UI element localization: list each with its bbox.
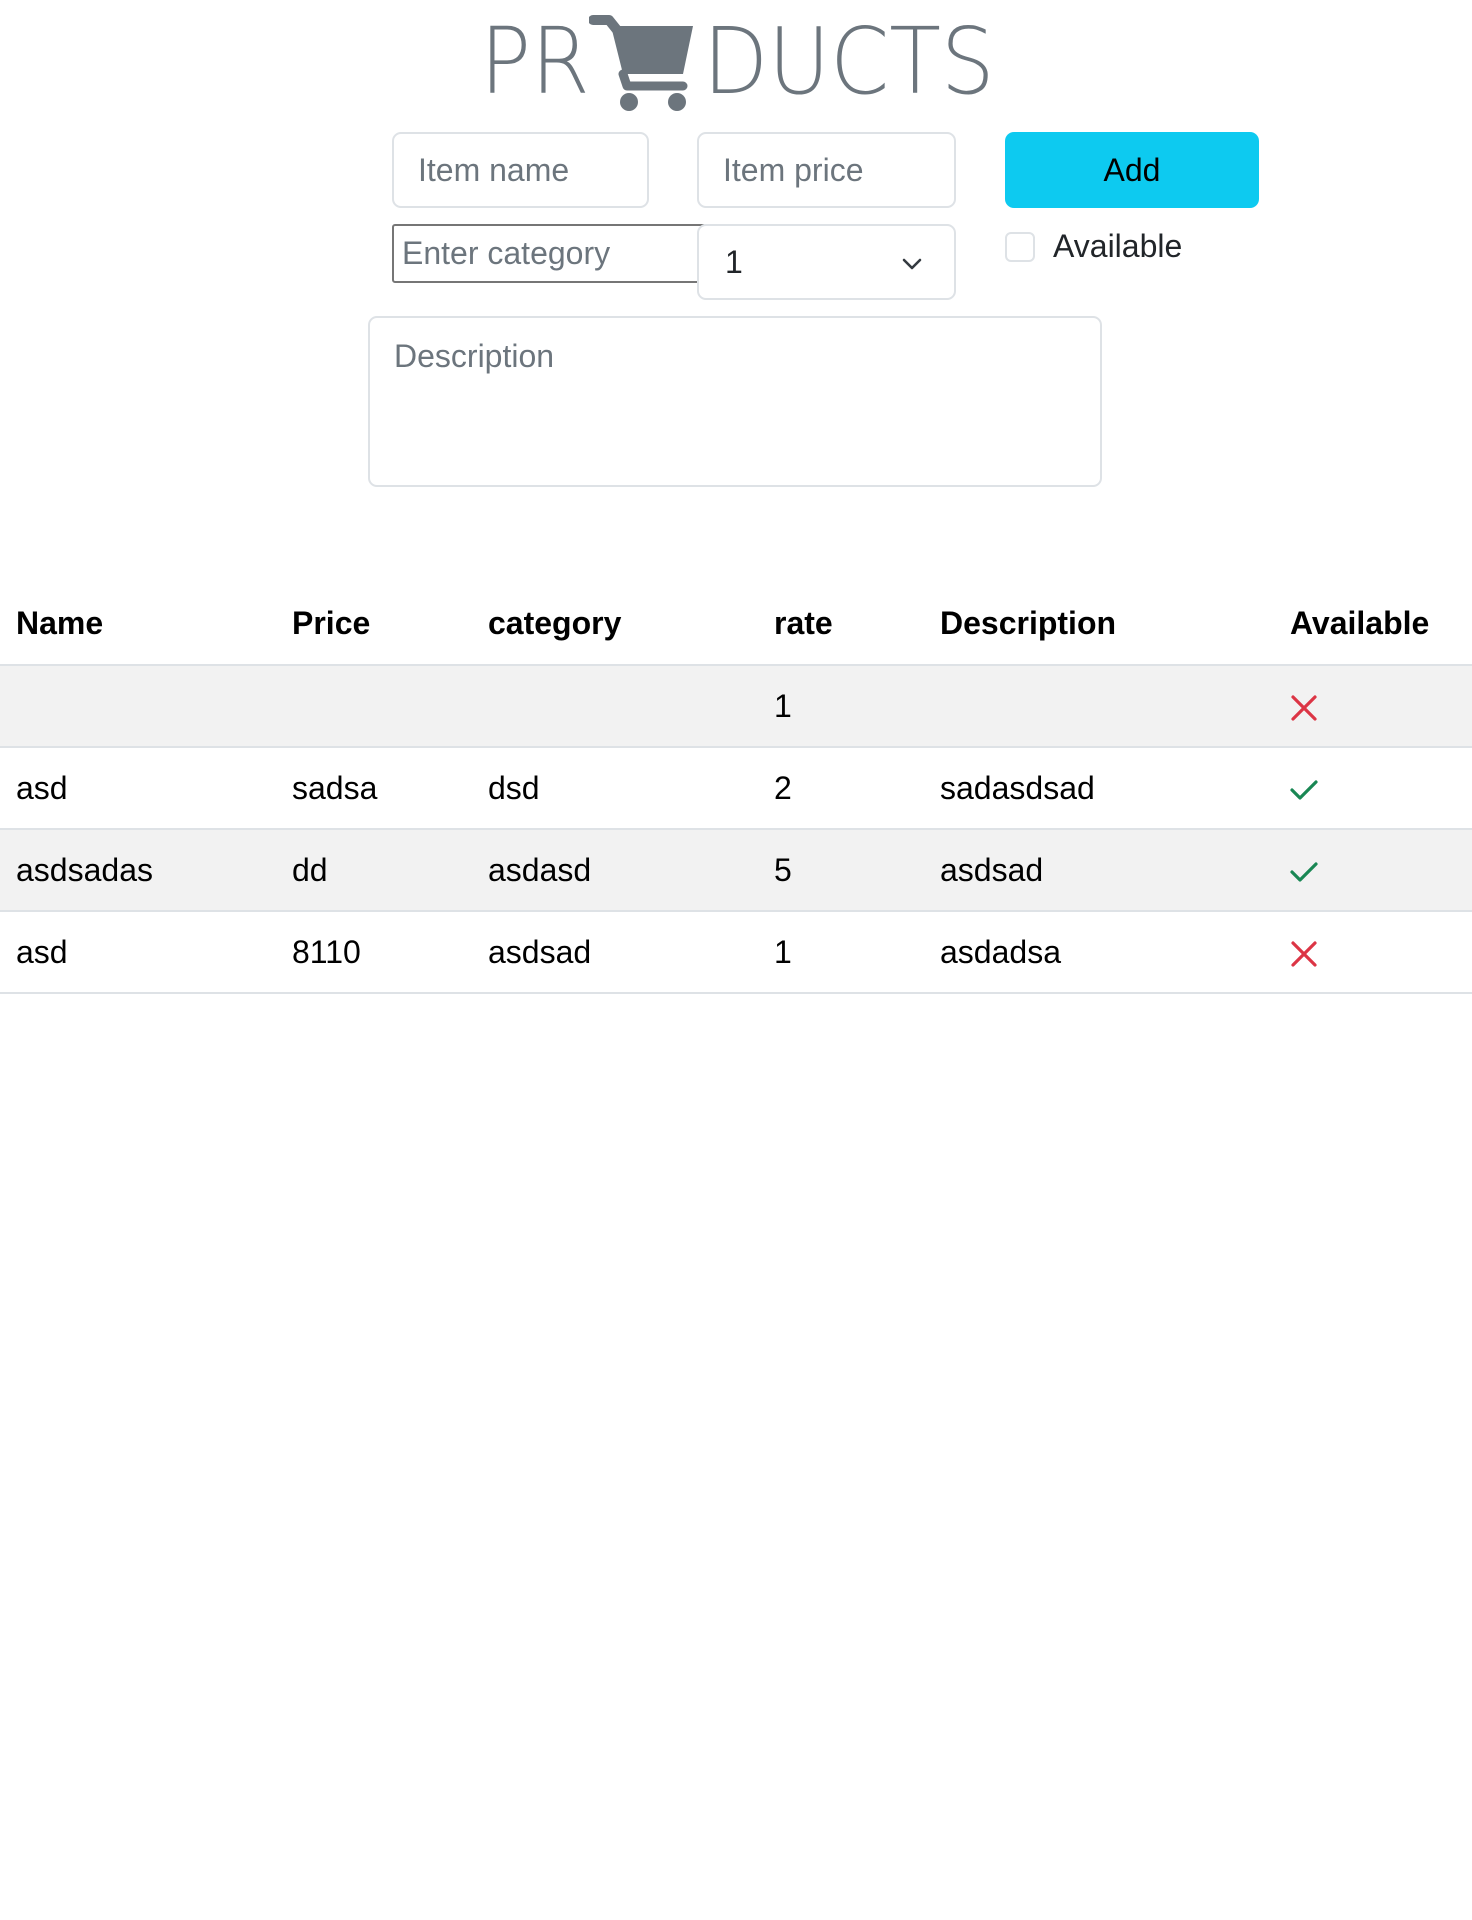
available-checkbox-group: Available bbox=[1005, 228, 1182, 265]
available-checkbox[interactable] bbox=[1005, 231, 1035, 262]
header-price: Price bbox=[276, 582, 472, 666]
cell-name: asdsadas bbox=[0, 829, 276, 912]
cell-name bbox=[0, 665, 276, 748]
cell-description: asdadsa bbox=[924, 911, 1274, 994]
cell-category: asdsad bbox=[472, 911, 758, 994]
cell-name: asd bbox=[0, 747, 276, 830]
rate-select-value: 1 bbox=[725, 243, 743, 280]
table-header-row: Name Price category rate Description Ava… bbox=[0, 582, 1472, 666]
cell-description: sadasdsad bbox=[924, 747, 1274, 830]
x-icon bbox=[1291, 941, 1317, 967]
cell-category bbox=[472, 665, 758, 748]
cell-price: sadsa bbox=[276, 747, 472, 830]
table-row: asd 8110 asdsad 1 asdadsa bbox=[0, 911, 1472, 994]
check-icon bbox=[1290, 862, 1318, 882]
cell-category: asdasd bbox=[472, 829, 758, 912]
chevron-down-icon bbox=[902, 258, 922, 270]
products-table: Name Price category rate Description Ava… bbox=[0, 582, 1472, 994]
rate-select[interactable]: 1 bbox=[697, 224, 956, 300]
header-name: Name bbox=[0, 582, 276, 666]
cell-available bbox=[1274, 665, 1472, 748]
item-name-input[interactable] bbox=[392, 132, 649, 208]
cell-available bbox=[1274, 911, 1472, 994]
cell-name: asd bbox=[0, 911, 276, 994]
cell-price: dd bbox=[276, 829, 472, 912]
available-checkbox-label[interactable]: Available bbox=[1053, 228, 1182, 265]
cell-category: dsd bbox=[472, 747, 758, 830]
cell-price bbox=[276, 665, 472, 748]
title-suffix: DUCTS bbox=[703, 8, 996, 115]
title-prefix: PR bbox=[480, 8, 590, 115]
table-header: Name Price category rate Description Ava… bbox=[0, 582, 1472, 666]
page: PR DUCTS Add 1 Available Name Price cat bbox=[0, 0, 1472, 1920]
item-price-input[interactable] bbox=[697, 132, 956, 208]
table-body: 1 asd sadsa dsd 2 sadasdsad asdsadas dd … bbox=[0, 665, 1472, 994]
page-title: PR DUCTS bbox=[480, 8, 1020, 115]
table-row: asdsadas dd asdasd 5 asdsad bbox=[0, 829, 1472, 912]
cell-price: 8110 bbox=[276, 911, 472, 994]
check-icon bbox=[1290, 780, 1318, 800]
cell-available bbox=[1274, 829, 1472, 912]
header-category: category bbox=[472, 582, 758, 666]
cell-rate: 5 bbox=[758, 829, 924, 912]
cell-description: asdsad bbox=[924, 829, 1274, 912]
header-available: Available bbox=[1274, 582, 1472, 666]
description-textarea[interactable] bbox=[368, 316, 1102, 487]
table-row: asd sadsa dsd 2 sadasdsad bbox=[0, 747, 1472, 830]
cell-rate: 2 bbox=[758, 747, 924, 830]
x-icon bbox=[1291, 695, 1317, 721]
shopping-cart-icon bbox=[589, 15, 694, 111]
add-button[interactable]: Add bbox=[1005, 132, 1259, 208]
header-rate: rate bbox=[758, 582, 924, 666]
table-row: 1 bbox=[0, 665, 1472, 748]
cell-description bbox=[924, 665, 1274, 748]
header-description: Description bbox=[924, 582, 1274, 666]
cell-available bbox=[1274, 747, 1472, 830]
cell-rate: 1 bbox=[758, 911, 924, 994]
cell-rate: 1 bbox=[758, 665, 924, 748]
category-input[interactable] bbox=[392, 224, 706, 283]
